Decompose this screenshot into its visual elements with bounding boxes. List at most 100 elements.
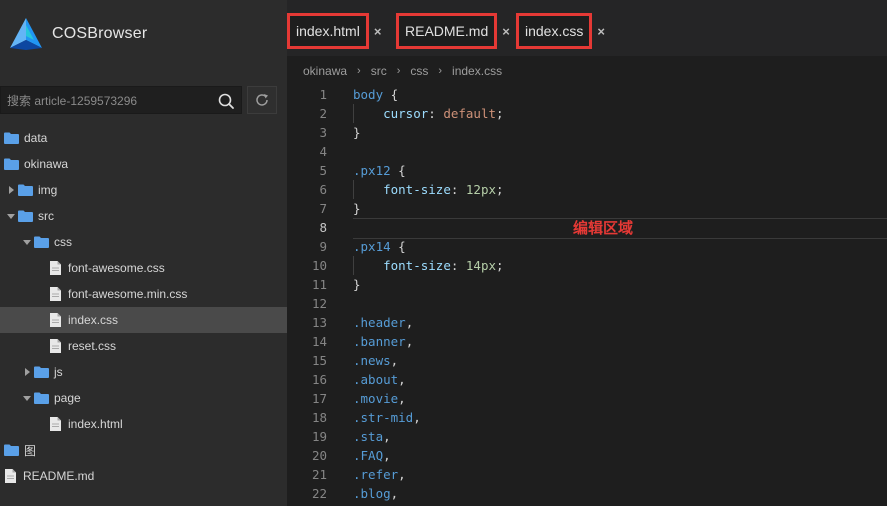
code-line[interactable]: 15 .news, <box>287 351 887 370</box>
caret-down-icon[interactable] <box>22 237 32 247</box>
code-line[interactable]: 19 .sta, <box>287 427 887 446</box>
cos-logo-icon <box>10 18 42 50</box>
tab-bar: index.html × README.md × index.css × <box>287 0 887 56</box>
code-token: : <box>450 258 466 273</box>
code-text: font-size: 12px; <box>353 182 503 197</box>
tree-item-js[interactable]: js <box>0 359 287 385</box>
line-number: 9 <box>319 239 327 254</box>
code-token: font-size <box>383 258 451 273</box>
code-line[interactable]: 20 .FAQ, <box>287 446 887 465</box>
code-text: .refer, <box>353 467 406 482</box>
code-text: .px12 { <box>353 163 406 178</box>
code-token: .sta <box>353 429 384 444</box>
code-line[interactable]: 22 .blog, <box>287 484 887 503</box>
code-token: cursor <box>383 106 429 121</box>
close-icon[interactable]: × <box>502 24 510 39</box>
tree-item-page[interactable]: page <box>0 385 287 411</box>
line-number: 16 <box>311 372 327 387</box>
tree-item-readme-md[interactable]: README.md <box>0 463 287 489</box>
caret-right-icon[interactable] <box>22 367 32 377</box>
refresh-icon <box>256 94 268 106</box>
breadcrumb-item[interactable]: src <box>371 64 387 78</box>
file-icon <box>5 469 23 483</box>
code-token: ; <box>496 106 504 121</box>
breadcrumb-item[interactable]: okinawa <box>303 64 347 78</box>
caret-right-icon[interactable] <box>6 185 16 195</box>
tab-label[interactable]: README.md <box>396 13 498 49</box>
code-line[interactable]: 16 .about, <box>287 370 887 389</box>
tree-item-index-css[interactable]: index.css <box>0 307 287 333</box>
line-number: 4 <box>319 144 327 159</box>
code-text: .str-mid, <box>353 410 421 425</box>
code-line[interactable]: 10 font-size: 14px; <box>287 256 887 275</box>
code-line[interactable]: 17 .movie, <box>287 389 887 408</box>
code-line[interactable]: 21 .refer, <box>287 465 887 484</box>
breadcrumb-item[interactable]: index.css <box>452 64 502 78</box>
code-token: , <box>390 353 399 368</box>
code-line[interactable]: 14 .banner, <box>287 332 887 351</box>
tree-item-reset-css[interactable]: reset.css <box>0 333 287 359</box>
code-text: cursor: default; <box>353 106 504 121</box>
code-text: .news, <box>353 353 398 368</box>
code-line[interactable]: 5 .px12 { <box>287 161 887 180</box>
tree-item-data[interactable]: data <box>0 125 287 151</box>
code-text: body { <box>353 87 398 102</box>
code-token: .about <box>353 372 399 387</box>
folder-icon <box>4 444 24 456</box>
code-token: , <box>405 315 414 330</box>
tree-item-img[interactable]: img <box>0 177 287 203</box>
code-token: 14px <box>465 258 497 273</box>
close-icon[interactable]: × <box>597 24 605 39</box>
file-tree: data okinawa img src css font-awesome.css font… <box>0 125 287 489</box>
code-token: { <box>383 87 399 102</box>
code-line[interactable]: 4 <box>287 142 887 161</box>
tree-item-图[interactable]: 图 <box>0 437 287 463</box>
code-token: , <box>383 448 391 463</box>
tree-item-font-awesome-min-css[interactable]: font-awesome.min.css <box>0 281 287 307</box>
tree-item-font-awesome-css[interactable]: font-awesome.css <box>0 255 287 281</box>
code-text: .about, <box>353 372 406 387</box>
line-number: 12 <box>311 296 327 311</box>
refresh-button[interactable] <box>247 86 277 114</box>
caret-down-icon[interactable] <box>22 393 32 403</box>
tab-readme-md[interactable]: README.md × <box>396 12 510 50</box>
tab-index-css[interactable]: index.css × <box>516 12 605 50</box>
tree-item-css[interactable]: css <box>0 229 287 255</box>
caret-down-icon[interactable] <box>6 211 16 221</box>
search-icon[interactable] <box>217 92 235 110</box>
code-line[interactable]: 3} <box>287 123 887 142</box>
code-text: .sta, <box>353 429 391 444</box>
line-number: 8 <box>319 220 327 235</box>
code-token: , <box>413 410 421 425</box>
code-line[interactable]: 7} <box>287 199 887 218</box>
code-token: .blog <box>353 486 391 501</box>
code-line[interactable]: 6 font-size: 12px; <box>287 180 887 199</box>
code-token: , <box>398 391 406 406</box>
code-line[interactable]: 12 <box>287 294 887 313</box>
tree-item-index-html[interactable]: index.html <box>0 411 287 437</box>
tab-label[interactable]: index.css <box>516 13 593 49</box>
code-line[interactable]: 1 body { <box>287 85 887 104</box>
code-line[interactable]: 9 .px14 { <box>287 237 887 256</box>
search-input[interactable] <box>7 92 207 110</box>
breadcrumb-item[interactable]: css <box>410 64 428 78</box>
folder-icon <box>34 236 54 248</box>
tab-label[interactable]: index.html <box>287 13 369 49</box>
code-token: , <box>383 429 391 444</box>
tree-item-src[interactable]: src <box>0 203 287 229</box>
code-area[interactable]: 1 body {2 cursor: default; 3} 4 5 .px12 {6 fo… <box>287 85 887 503</box>
tab-index-html[interactable]: index.html × <box>287 12 381 50</box>
tree-item-label: 图 <box>24 443 37 458</box>
code-line[interactable]: 18 .str-mid, <box>287 408 887 427</box>
code-line[interactable]: 2 cursor: default; <box>287 104 887 123</box>
chevron-right-icon: › <box>357 65 361 77</box>
folder-icon <box>4 158 24 170</box>
code-text: } <box>353 277 361 292</box>
tree-item-okinawa[interactable]: okinawa <box>0 151 287 177</box>
edit-area-annotation: 编辑区域 <box>573 219 634 237</box>
code-line[interactable]: 13 .header, <box>287 313 887 332</box>
close-icon[interactable]: × <box>374 24 382 39</box>
code-line[interactable]: 11} <box>287 275 887 294</box>
code-token: 12px <box>465 182 497 197</box>
